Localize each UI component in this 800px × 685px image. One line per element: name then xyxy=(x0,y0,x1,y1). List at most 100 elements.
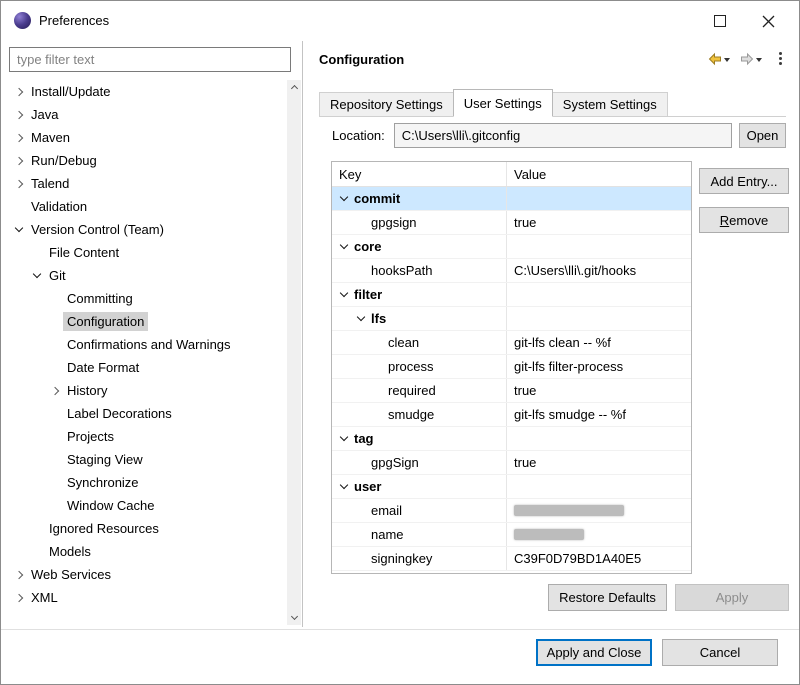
chevron-expanded-icon[interactable] xyxy=(336,191,352,207)
forward-menu-icon[interactable] xyxy=(756,58,762,62)
table-row-email[interactable]: email xyxy=(332,499,691,523)
sidebar-item-configuration[interactable]: Configuration xyxy=(1,310,286,333)
scroll-down-icon[interactable] xyxy=(287,610,301,625)
table-row-user[interactable]: user xyxy=(332,475,691,499)
table-row-gpgsign[interactable]: gpgSigntrue xyxy=(332,451,691,475)
view-menu-icon[interactable] xyxy=(775,50,786,67)
tree-indent xyxy=(1,252,29,253)
sidebar-item-label-decorations[interactable]: Label Decorations xyxy=(1,402,286,425)
table-row-commit[interactable]: commit xyxy=(332,187,691,211)
value-cell xyxy=(507,307,691,330)
apply-button[interactable]: Apply xyxy=(675,584,789,611)
tab-repository-settings[interactable]: Repository Settings xyxy=(319,92,454,116)
back-menu-icon[interactable] xyxy=(724,58,730,62)
back-icon[interactable] xyxy=(707,51,723,67)
sidebar-item-ignored-resources[interactable]: Ignored Resources xyxy=(1,517,286,540)
redacted-value xyxy=(514,505,624,516)
sidebar-item-java[interactable]: Java xyxy=(1,103,286,126)
sidebar-item-maven[interactable]: Maven xyxy=(1,126,286,149)
table-row-process[interactable]: processgit-lfs filter-process xyxy=(332,355,691,379)
sidebar-item-git[interactable]: Git xyxy=(1,264,286,287)
sidebar-item-web-services[interactable]: Web Services xyxy=(1,563,286,586)
sidebar-item-committing[interactable]: Committing xyxy=(1,287,286,310)
chevron-collapsed-icon[interactable] xyxy=(11,590,27,606)
sidebar-item-version-control-team[interactable]: Version Control (Team) xyxy=(1,218,286,241)
column-header-key[interactable]: Key xyxy=(332,162,507,186)
window-title: Preferences xyxy=(39,13,109,28)
location-field[interactable] xyxy=(394,123,732,148)
chevron-spacer xyxy=(47,452,63,468)
sidebar-item-confirmations-and-warnings[interactable]: Confirmations and Warnings xyxy=(1,333,286,356)
value-cell: true xyxy=(507,379,691,402)
chevron-spacer xyxy=(353,455,369,471)
table-row-lfs[interactable]: lfs xyxy=(332,307,691,331)
sidebar-item-run-debug[interactable]: Run/Debug xyxy=(1,149,286,172)
sidebar-item-window-cache[interactable]: Window Cache xyxy=(1,494,286,517)
chevron-collapsed-icon[interactable] xyxy=(47,383,63,399)
chevron-collapsed-icon[interactable] xyxy=(11,84,27,100)
open-button[interactable]: Open xyxy=(739,123,786,148)
chevron-collapsed-icon[interactable] xyxy=(11,107,27,123)
maximize-button[interactable] xyxy=(697,1,743,41)
remove-button[interactable]: Remove xyxy=(699,207,789,233)
sidebar-item-models[interactable]: Models xyxy=(1,540,286,563)
close-button[interactable] xyxy=(745,1,791,41)
table-row-smudge[interactable]: smudgegit-lfs smudge -- %f xyxy=(332,403,691,427)
tree-item-label: Label Decorations xyxy=(63,404,176,423)
apply-and-close-button[interactable]: Apply and Close xyxy=(536,639,652,666)
tree-scrollbar[interactable] xyxy=(287,80,301,625)
tree-item-label: Synchronize xyxy=(63,473,143,492)
value-cell xyxy=(507,523,691,546)
table-row-signingkey[interactable]: signingkeyC39F0D79BD1A40E5 xyxy=(332,547,691,571)
sidebar-item-projects[interactable]: Projects xyxy=(1,425,286,448)
table-row-name[interactable]: name xyxy=(332,523,691,547)
filter-input[interactable] xyxy=(9,47,291,72)
table-header: Key Value xyxy=(332,162,691,187)
restore-defaults-button[interactable]: Restore Defaults xyxy=(548,584,667,611)
add-entry-button[interactable]: Add Entry... xyxy=(699,168,789,194)
tab-user-settings[interactable]: User Settings xyxy=(453,89,553,117)
key-cell: clean xyxy=(332,331,507,354)
sidebar-item-talend[interactable]: Talend xyxy=(1,172,286,195)
tree-item-label: File Content xyxy=(45,243,123,262)
table-row-clean[interactable]: cleangit-lfs clean -- %f xyxy=(332,331,691,355)
key-cell: gpgSign xyxy=(332,451,507,474)
chevron-expanded-icon[interactable] xyxy=(11,222,27,238)
value-cell: git-lfs filter-process xyxy=(507,355,691,378)
table-row-required[interactable]: requiredtrue xyxy=(332,379,691,403)
chevron-expanded-icon[interactable] xyxy=(353,311,369,327)
chevron-spacer xyxy=(47,429,63,445)
sidebar-item-synchronize[interactable]: Synchronize xyxy=(1,471,286,494)
sidebar-item-file-content[interactable]: File Content xyxy=(1,241,286,264)
chevron-collapsed-icon[interactable] xyxy=(11,153,27,169)
table-row-gpgsign[interactable]: gpgsigntrue xyxy=(332,211,691,235)
chevron-expanded-icon[interactable] xyxy=(29,268,45,284)
value-cell: true xyxy=(507,211,691,234)
chevron-collapsed-icon[interactable] xyxy=(11,567,27,583)
tree-indent xyxy=(1,229,11,230)
chevron-expanded-icon[interactable] xyxy=(336,479,352,495)
chevron-collapsed-icon[interactable] xyxy=(11,176,27,192)
table-row-tag[interactable]: tag xyxy=(332,427,691,451)
table-row-hookspath[interactable]: hooksPathC:\Users\lli\.git/hooks xyxy=(332,259,691,283)
tree-item-label: Install/Update xyxy=(27,82,115,101)
chevron-collapsed-icon[interactable] xyxy=(11,130,27,146)
sidebar-item-date-format[interactable]: Date Format xyxy=(1,356,286,379)
key-cell: gpgsign xyxy=(332,211,507,234)
table-row-core[interactable]: core xyxy=(332,235,691,259)
scroll-up-icon[interactable] xyxy=(287,80,301,95)
sidebar-item-validation[interactable]: Validation xyxy=(1,195,286,218)
sidebar-item-history[interactable]: History xyxy=(1,379,286,402)
value-cell xyxy=(507,283,691,306)
chevron-expanded-icon[interactable] xyxy=(336,287,352,303)
forward-icon[interactable] xyxy=(739,51,755,67)
chevron-expanded-icon[interactable] xyxy=(336,239,352,255)
sidebar-item-staging-view[interactable]: Staging View xyxy=(1,448,286,471)
chevron-expanded-icon[interactable] xyxy=(336,431,352,447)
column-header-value[interactable]: Value xyxy=(507,162,691,186)
sidebar-item-xml[interactable]: XML xyxy=(1,586,286,609)
table-row-filter[interactable]: filter xyxy=(332,283,691,307)
sidebar-item-install-update[interactable]: Install/Update xyxy=(1,80,286,103)
cancel-button[interactable]: Cancel xyxy=(662,639,778,666)
tab-system-settings[interactable]: System Settings xyxy=(552,92,668,116)
